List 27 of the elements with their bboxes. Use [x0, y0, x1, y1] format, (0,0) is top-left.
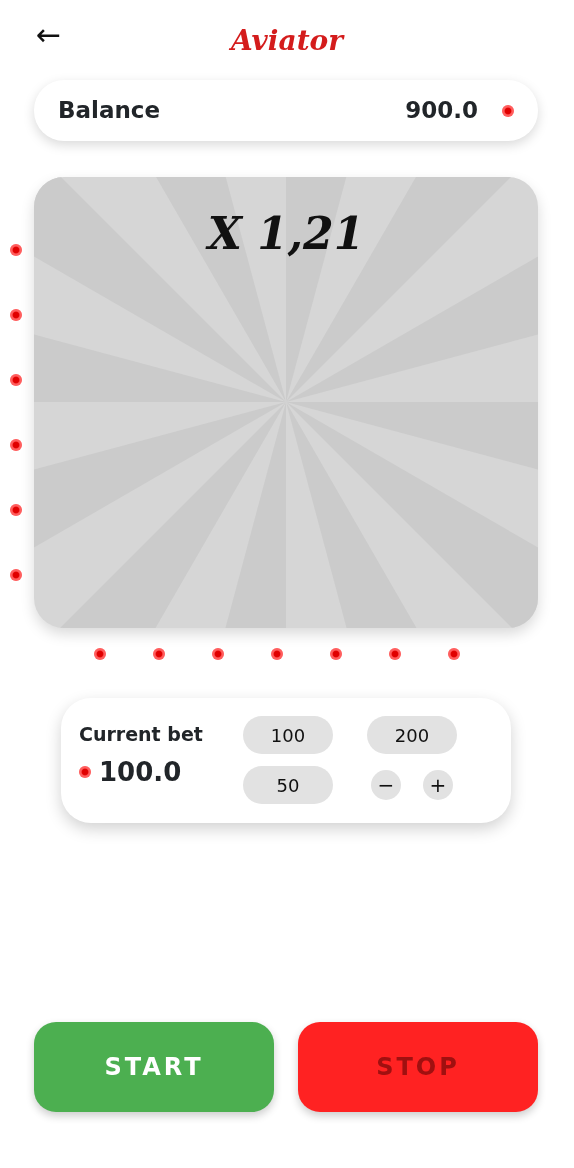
- dot-icon: [212, 648, 224, 660]
- coin-icon: [502, 104, 514, 117]
- dot-icon: [330, 648, 342, 660]
- bet-value: 100.0: [99, 755, 182, 789]
- amount-chip[interactable]: 200: [367, 716, 457, 754]
- dot-icon: [10, 439, 22, 451]
- dot-icon: [389, 648, 401, 660]
- dot-icon: [10, 374, 22, 386]
- dot-icon: [10, 244, 22, 256]
- dot-icon: [94, 648, 106, 660]
- back-button[interactable]: ←: [36, 20, 62, 50]
- dot-icon: [10, 504, 22, 516]
- amount-chip[interactable]: 50: [243, 766, 333, 804]
- app-title: Aviator: [231, 23, 343, 59]
- dot-icon: [10, 309, 22, 321]
- balance-label: Balance: [58, 96, 161, 126]
- decrease-button[interactable]: −: [371, 770, 401, 800]
- multiplier-text: X 1,21: [207, 207, 365, 261]
- bet-label: Current bet: [79, 722, 203, 747]
- dot-icon: [10, 569, 22, 581]
- balance-value: 900.0: [405, 96, 478, 126]
- dot-icon: [271, 648, 283, 660]
- increase-button[interactable]: +: [423, 770, 453, 800]
- amount-chip[interactable]: 100: [243, 716, 333, 754]
- dot-icon: [153, 648, 165, 660]
- coin-icon: [79, 766, 91, 778]
- dot-icon: [448, 648, 460, 660]
